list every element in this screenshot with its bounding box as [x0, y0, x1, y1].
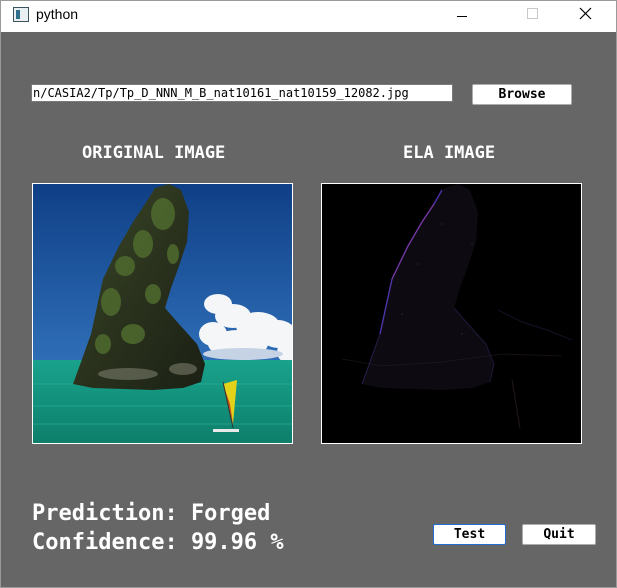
confidence-label: Confidence: 99.96 % — [32, 530, 284, 555]
maximize-button — [510, 1, 556, 32]
maximize-icon — [527, 8, 538, 19]
app-window: python n/CASIA2/Tp/Tp_D_NNN_M_B_nat10161… — [0, 0, 617, 588]
minimize-button[interactable] — [439, 1, 485, 32]
test-button[interactable]: Test — [433, 524, 506, 545]
title-bar[interactable]: python — [1, 1, 616, 32]
original-image-heading: ORIGINAL IMAGE — [82, 143, 226, 163]
window-title: python — [36, 6, 79, 22]
original-photo — [33, 184, 292, 443]
ela-image-heading: ELA IMAGE — [403, 143, 496, 163]
minimize-icon — [457, 16, 467, 17]
quit-button[interactable]: Quit — [522, 524, 596, 545]
close-button[interactable] — [563, 1, 609, 32]
ela-image — [321, 183, 582, 444]
prediction-label: Prediction: Forged — [32, 501, 271, 526]
browse-button[interactable]: Browse — [472, 84, 572, 105]
python-app-icon — [13, 7, 29, 22]
file-path-input[interactable]: n/CASIA2/Tp/Tp_D_NNN_M_B_nat10161_nat101… — [31, 84, 453, 102]
close-icon — [579, 7, 592, 20]
original-image — [32, 183, 293, 444]
ela-noise-map — [322, 184, 581, 443]
